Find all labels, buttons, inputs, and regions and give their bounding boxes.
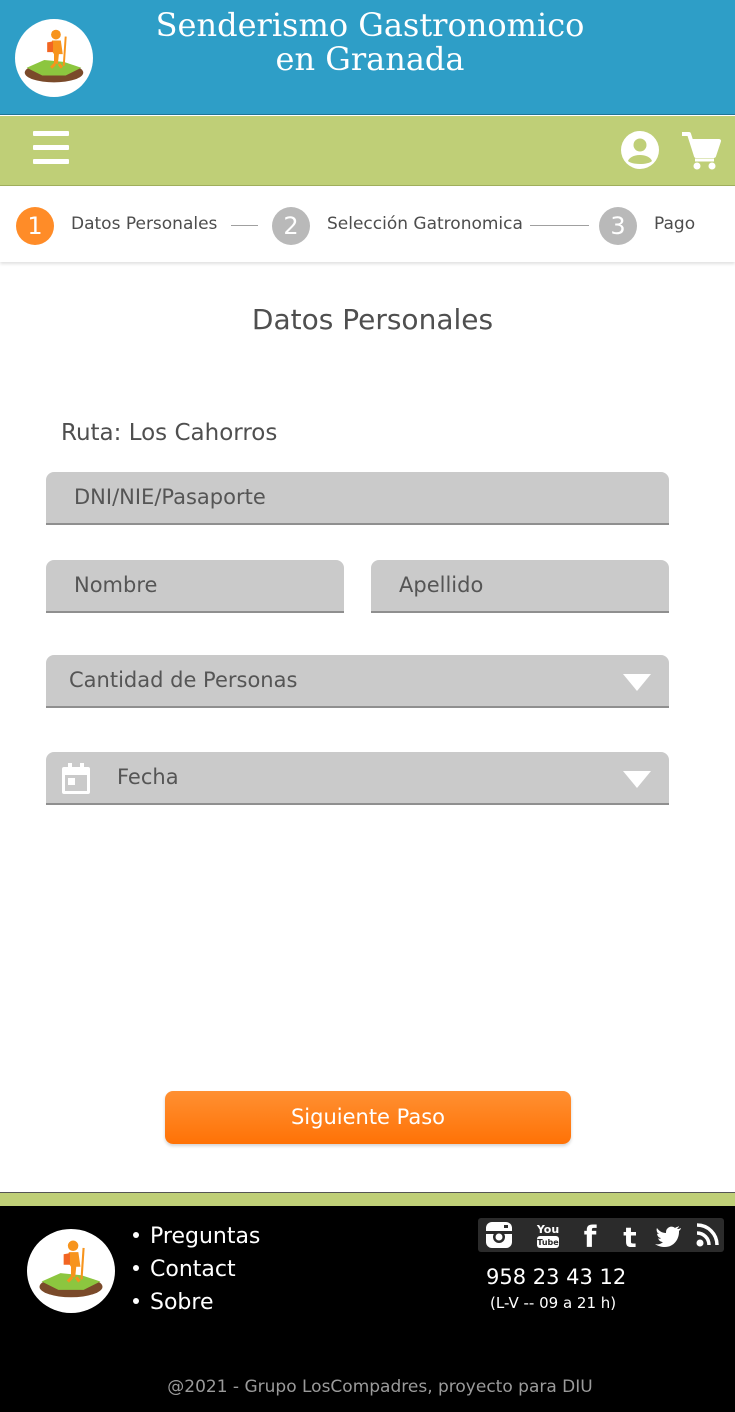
hamburger-menu-icon[interactable]	[30, 128, 72, 170]
fecha-select[interactable]: Fecha	[46, 752, 669, 805]
route-label: Ruta: Los Cahorros	[61, 420, 278, 446]
tumblr-icon[interactable]: t	[614, 1220, 646, 1250]
dropdown-arrow-icon	[623, 674, 651, 691]
footer-link-contact[interactable]: Contact	[132, 1257, 260, 1290]
step-connector	[231, 225, 258, 226]
step-1-label[interactable]: Datos Personales	[71, 214, 217, 234]
dni-input[interactable]: DNI/NIE/Pasaporte	[46, 472, 669, 525]
hiker-logo[interactable]	[15, 19, 93, 97]
page-title: Datos Personales	[251, 303, 494, 336]
phone-number[interactable]: 958 23 43 12	[486, 1265, 626, 1289]
site-title-line2: en Granada	[275, 40, 465, 78]
svg-text:t: t	[623, 1221, 636, 1250]
account-circle-icon[interactable]	[620, 130, 660, 170]
twitter-icon[interactable]	[653, 1220, 685, 1250]
nombre-input[interactable]: Nombre	[46, 560, 344, 613]
nav-bar	[0, 116, 735, 186]
social-bar: You Tube f t	[478, 1218, 724, 1252]
step-3-label[interactable]: Pago	[654, 214, 695, 234]
dropdown-arrow-icon	[623, 771, 651, 788]
facebook-icon[interactable]: f	[574, 1220, 606, 1250]
opening-hours: (L-V -- 09 a 21 h)	[490, 1294, 617, 1312]
footer-link-preguntas[interactable]: Preguntas	[132, 1224, 260, 1257]
apellido-placeholder: Apellido	[399, 573, 484, 597]
footer-divider	[0, 1192, 735, 1206]
instagram-icon[interactable]	[483, 1220, 515, 1250]
dni-placeholder: DNI/NIE/Pasaporte	[74, 485, 266, 509]
rss-icon[interactable]	[692, 1220, 724, 1250]
svg-text:Tube: Tube	[537, 1238, 559, 1247]
step-connector	[530, 225, 589, 226]
nombre-placeholder: Nombre	[74, 573, 158, 597]
youtube-icon[interactable]: You Tube	[532, 1220, 564, 1250]
fecha-placeholder: Fecha	[117, 765, 179, 789]
shopping-cart-icon[interactable]	[680, 130, 722, 172]
copyright-text: @2021 - Grupo LosCompadres, proyecto par…	[167, 1377, 593, 1397]
checkout-stepper: 1 Datos Personales 2 Selección Gatronomi…	[0, 187, 735, 262]
calendar-icon	[60, 762, 92, 796]
step-2-label[interactable]: Selección Gatronomica	[327, 214, 523, 234]
site-title: Senderismo Gastronomico en Granada	[110, 8, 630, 76]
footer-link-sobre[interactable]: Sobre	[132, 1290, 260, 1323]
apellido-input[interactable]: Apellido	[371, 560, 669, 613]
cantidad-personas-select[interactable]: Cantidad de Personas	[46, 655, 669, 708]
cantidad-personas-placeholder: Cantidad de Personas	[69, 668, 298, 692]
site-header: Senderismo Gastronomico en Granada	[0, 0, 735, 115]
svg-text:You: You	[536, 1223, 559, 1236]
footer-hiker-logo[interactable]	[27, 1229, 115, 1313]
svg-text:f: f	[584, 1220, 597, 1250]
next-step-button[interactable]: Siguiente Paso	[165, 1091, 571, 1144]
step-1-indicator[interactable]: 1	[16, 207, 54, 245]
site-title-line1: Senderismo Gastronomico	[155, 6, 585, 44]
site-footer: Preguntas Contact Sobre You Tube f t 958 …	[0, 1206, 735, 1412]
footer-links: Preguntas Contact Sobre	[132, 1224, 260, 1323]
step-2-indicator[interactable]: 2	[272, 207, 310, 245]
step-3-indicator[interactable]: 3	[599, 207, 637, 245]
